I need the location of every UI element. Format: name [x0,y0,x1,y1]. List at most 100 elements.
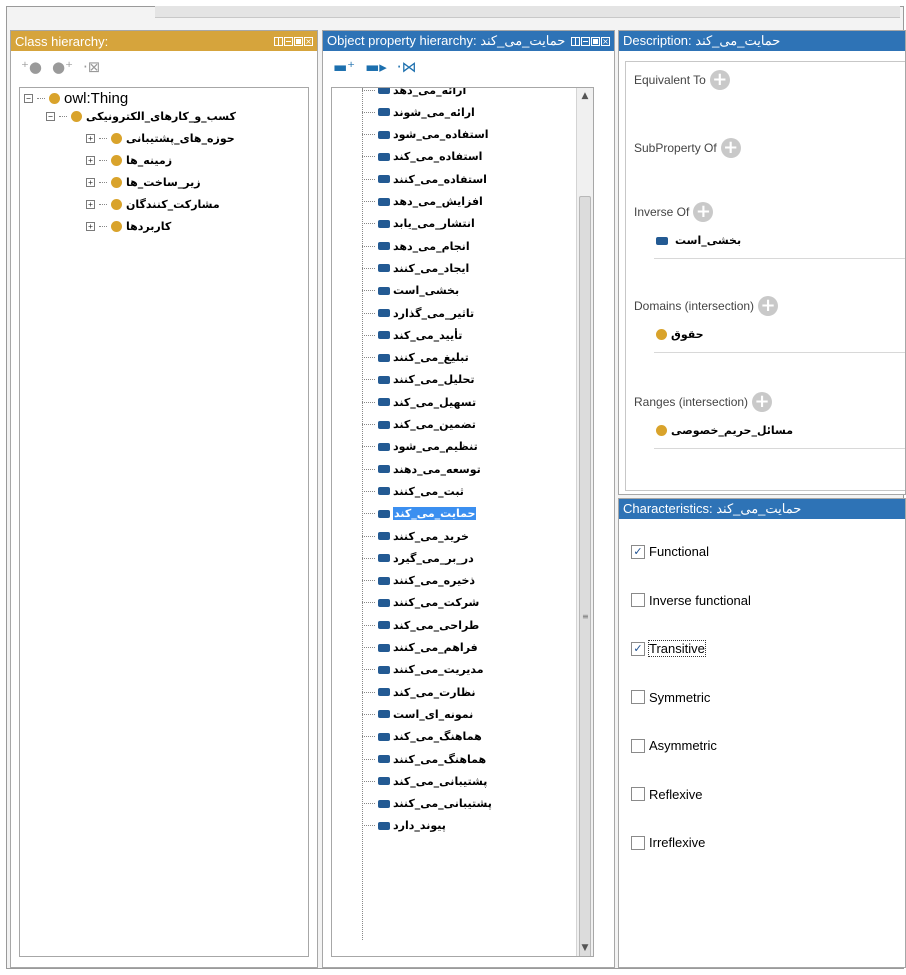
property-list-item[interactable]: تأیید_می_کند [362,325,462,345]
characteristic-checkbox-row[interactable]: Reflexive [631,787,702,802]
range-item[interactable]: مسائل_حریم_خصوصی [656,424,793,437]
scroll-down-arrow-icon[interactable]: ▼ [577,940,593,956]
property-list-item[interactable]: پیوند_دارد [362,816,446,836]
expand-icon[interactable]: + [86,200,95,209]
split-view-icon[interactable] [274,36,283,46]
expand-icon[interactable]: + [86,134,95,143]
property-list-item[interactable]: هماهنگ_می_کنند [362,749,486,769]
property-list-item[interactable]: ذخیره_می_کنند [362,571,475,591]
domains-section: Domains (intersection) + [634,296,779,316]
add-range-icon[interactable]: + [752,392,773,412]
close-icon[interactable]: × [601,36,610,46]
property-list-item[interactable]: حمایت_می_کند [362,504,477,524]
tree-node-child[interactable]: + حوزه_های_پشتیبانی [86,132,235,145]
subproperty-of-section: SubProperty Of + [634,138,741,158]
property-list-item[interactable]: استفاده_می_کند [362,147,482,167]
property-list-item[interactable]: طراحی_می_کند [362,615,479,635]
characteristic-checkbox-row[interactable]: ✓ Transitive [631,640,706,657]
property-list-item[interactable]: در_بر_می_گیرد [362,548,474,568]
property-icon [378,598,390,607]
add-subclass-icon[interactable]: ⁺● [21,59,42,75]
property-list-item[interactable]: استفاده_می_کنند [362,169,487,189]
domain-value: حقوق [671,328,704,341]
property-list-item[interactable]: انتشار_می_یابد [362,214,475,234]
characteristic-checkbox-row[interactable]: ✓ Functional [631,544,709,559]
property-label: حمایت_می_کند [393,507,477,521]
property-list-item[interactable]: ارائه_می_شوند [362,102,475,122]
tree-node-parent[interactable]: − کسب_و_کارهای_الکترونیکی [46,110,236,123]
property-list-item[interactable]: افزایش_می_دهد [362,192,483,212]
property-list-item[interactable]: پشتیبانی_می_کند [362,771,487,791]
add-sibling-icon[interactable]: ●⁺ [52,59,73,75]
property-list-item[interactable]: بخشی_است [362,281,459,301]
split-view-icon[interactable] [571,36,580,46]
add-inverse-of-icon[interactable]: + [693,202,714,222]
add-equivalent-icon[interactable]: + [709,70,730,90]
property-list-item[interactable]: خرید_می_کنند [362,526,469,546]
add-domain-icon[interactable]: + [758,296,779,316]
unchecked-checkbox[interactable] [631,787,645,801]
characteristic-checkbox-row[interactable]: Asymmetric [631,738,717,753]
delete-class-icon[interactable]: ·⊠ [83,59,100,75]
property-label: طراحی_می_کند [393,618,480,632]
vertical-scrollbar[interactable]: ▲ ≡ ▼ [576,88,593,956]
unchecked-checkbox[interactable] [631,738,645,753]
collapse-icon[interactable]: − [24,94,33,103]
expand-icon[interactable]: + [86,156,95,165]
property-icon [378,398,390,407]
characteristic-checkbox-row[interactable]: Symmetric [631,690,710,705]
maximize-icon[interactable] [294,36,303,46]
tree-node-label: زمینه_ها [126,154,173,167]
scroll-up-arrow-icon[interactable]: ▲ [577,88,593,104]
characteristic-checkbox-row[interactable]: Irreflexive [631,835,705,850]
property-list-item[interactable]: هماهنگ_می_کند [362,727,482,747]
property-list-item[interactable]: تسهیل_می_کند [362,392,476,412]
tree-node-child[interactable]: + کاربردها [86,220,171,233]
property-list-item[interactable]: تضمین_می_کند [362,415,476,435]
property-icon [378,88,390,94]
checked-checkbox[interactable]: ✓ [631,641,645,656]
property-list-item[interactable]: نمونه_ای_است [362,704,473,724]
property-list-item[interactable]: نظارت_می_کند [362,682,476,702]
property-list-item[interactable]: تنظیم_می_شود [362,437,478,457]
property-list-item[interactable]: مدیریت_می_کنند [362,660,484,680]
property-list-item[interactable]: ایجاد_می_کنند [362,258,469,278]
minimize-icon[interactable] [284,36,293,46]
property-list-item[interactable]: ارائه_می_دهد [362,88,466,100]
property-list-item[interactable]: پشتیبانی_می_کنند [362,794,492,814]
tree-node-child[interactable]: + مشارکت_کنندگان [86,198,220,211]
delete-property-icon[interactable]: ·⋈ [397,59,417,75]
add-sibling-property-icon[interactable]: ▬▸ [365,59,387,75]
class-icon [111,155,122,166]
inverse-of-item[interactable]: بخشی_است [656,234,741,247]
expand-icon[interactable]: + [86,178,95,187]
property-list-item[interactable]: تاثیر_می_گذارد [362,303,474,323]
maximize-icon[interactable] [591,36,600,46]
property-list-item[interactable]: شرکت_می_کنند [362,593,479,613]
unchecked-checkbox[interactable] [631,593,645,607]
tree-node-owl-thing[interactable]: − owl:Thing [24,90,128,107]
property-list-item[interactable]: تبلیغ_می_کنند [362,348,469,368]
tree-node-child[interactable]: + زمینه_ها [86,154,172,167]
expand-icon[interactable]: + [86,222,95,231]
checked-checkbox[interactable]: ✓ [631,544,645,559]
property-list-item[interactable]: فراهم_می_کنند [362,638,478,658]
property-list-item[interactable]: استفاده_می_شود [362,125,489,145]
add-subproperty-icon[interactable]: ▬⁺ [333,59,355,75]
tree-node-child[interactable]: + زیر_ساخت_ها [86,176,201,189]
add-subproperty-of-icon[interactable]: + [720,138,741,158]
property-list-item[interactable]: انجام_می_دهد [362,236,470,256]
minimize-icon[interactable] [581,36,590,46]
domain-item[interactable]: حقوق [656,328,704,341]
collapse-icon[interactable]: − [46,112,55,121]
unchecked-checkbox[interactable] [631,690,645,704]
close-icon[interactable]: × [304,36,313,46]
unchecked-checkbox[interactable] [631,835,645,850]
equivalent-to-section: Equivalent To + [634,70,730,90]
property-label: در_بر_می_گیرد [393,551,474,565]
property-list-item[interactable]: ثبت_می_کنند [362,481,464,501]
property-list-item[interactable]: توسعه_می_دهند [362,459,481,479]
characteristic-checkbox-row[interactable]: Inverse functional [631,593,751,608]
property-list-item[interactable]: تحلیل_می_کنند [362,370,475,390]
scroll-thumb[interactable]: ≡ [579,196,591,956]
